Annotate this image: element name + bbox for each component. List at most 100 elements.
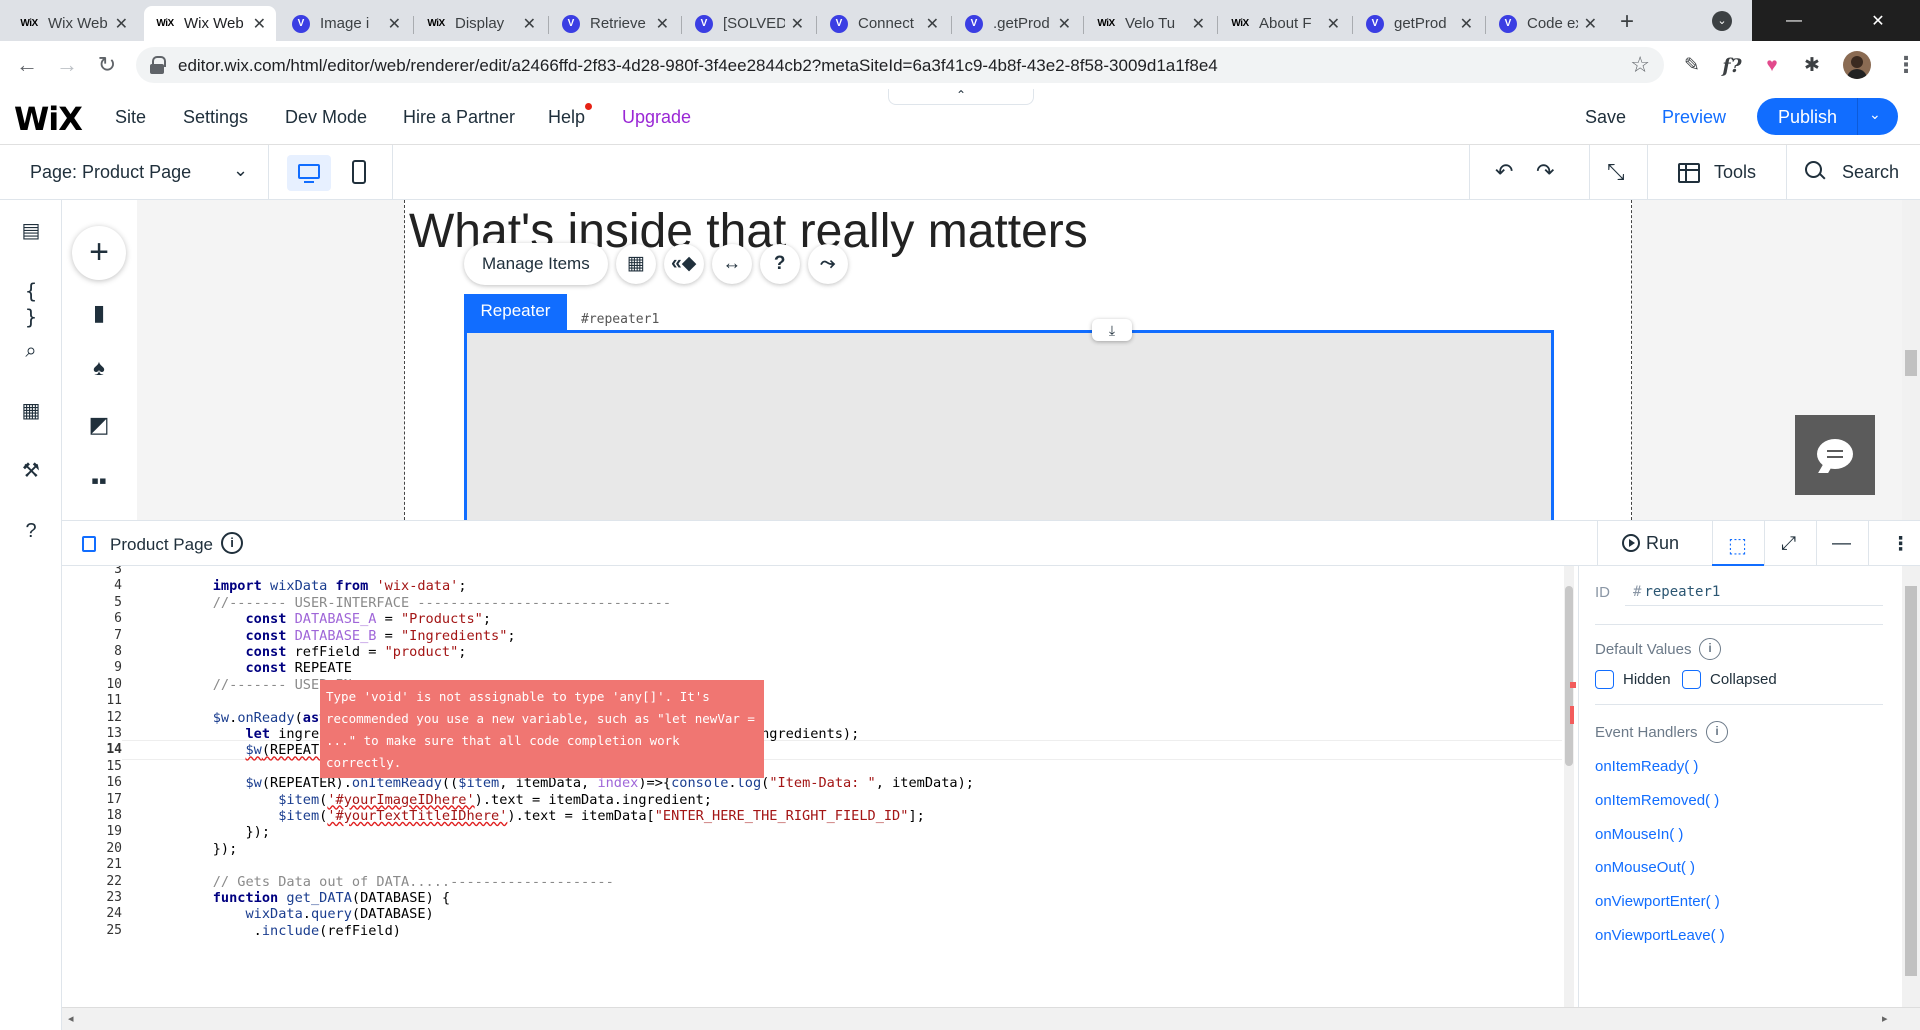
browser-tab[interactable]: WiX About F ✕ bbox=[1219, 6, 1350, 41]
minimize-window-icon[interactable]: — bbox=[1752, 0, 1836, 41]
handler-onviewportleave[interactable]: onViewportLeave( ) bbox=[1595, 927, 1725, 944]
info-icon[interactable]: i bbox=[1699, 638, 1721, 660]
run-button[interactable]: Run bbox=[1622, 533, 1679, 554]
properties-panel-toggle[interactable]: ⬚ bbox=[1712, 521, 1764, 567]
handler-onviewportenter[interactable]: onViewportEnter( ) bbox=[1595, 893, 1720, 910]
close-icon[interactable]: ✕ bbox=[1192, 14, 1205, 34]
tools-icon[interactable] bbox=[1678, 163, 1700, 183]
redo-icon[interactable]: ↷ bbox=[1536, 159, 1554, 185]
minimize-icon[interactable]: — bbox=[1832, 533, 1851, 555]
design-icon[interactable]: ♠ bbox=[86, 355, 112, 381]
close-icon[interactable]: ✕ bbox=[115, 14, 128, 34]
close-icon[interactable]: ✕ bbox=[253, 14, 266, 34]
horizontal-scrollbar[interactable]: ◂ ▸ bbox=[62, 1007, 1920, 1030]
collapse-top-bar-icon[interactable]: ⌃ bbox=[888, 89, 1034, 105]
browser-menu-icon[interactable]: ⋮ bbox=[1895, 53, 1917, 77]
close-icon[interactable]: ✕ bbox=[926, 14, 939, 34]
code-line[interactable]: $item('#yourImageIDhere').text = itemDat… bbox=[180, 792, 712, 808]
connect-data-icon[interactable]: ⤳ bbox=[807, 244, 848, 284]
undo-icon[interactable]: ↶ bbox=[1495, 159, 1513, 185]
desktop-view-button[interactable] bbox=[287, 155, 331, 191]
wix-logo[interactable]: WiX bbox=[14, 100, 83, 138]
more-options-icon[interactable]: ⋮ bbox=[1891, 533, 1910, 556]
hidden-checkbox[interactable] bbox=[1595, 670, 1614, 689]
code-line[interactable]: const DATABASE_A = "Products"; bbox=[180, 611, 491, 627]
handler-onmousein[interactable]: onMouseIn( ) bbox=[1595, 826, 1683, 843]
profile-avatar[interactable] bbox=[1843, 51, 1871, 79]
chevron-down-icon[interactable]: ⌄ bbox=[233, 160, 248, 181]
close-icon[interactable]: ✕ bbox=[1327, 14, 1340, 34]
menu-dev-mode[interactable]: Dev Mode bbox=[285, 107, 367, 128]
handler-onitemready[interactable]: onItemReady( ) bbox=[1595, 758, 1698, 775]
new-tab-button[interactable]: + bbox=[1613, 8, 1641, 36]
mobile-icon[interactable] bbox=[352, 160, 366, 184]
element-id-field[interactable]: # repeater1 bbox=[1625, 576, 1883, 606]
repeater-tag[interactable]: Repeater bbox=[464, 294, 567, 330]
database-icon[interactable]: ▦ bbox=[18, 398, 44, 424]
search-button[interactable]: Search bbox=[1842, 162, 1899, 183]
expand-icon[interactable]: ⤢ bbox=[1781, 533, 1796, 555]
menu-upgrade[interactable]: Upgrade bbox=[622, 107, 691, 128]
code-line[interactable]: .include(refField) bbox=[180, 923, 401, 939]
menu-settings[interactable]: Settings bbox=[183, 107, 248, 128]
lock-icon[interactable] bbox=[150, 56, 166, 74]
eyedropper-extension-icon[interactable]: ✎ bbox=[1680, 54, 1704, 78]
code-line[interactable]: const REPEATE bbox=[180, 660, 351, 676]
search-icon[interactable] bbox=[1805, 161, 1825, 181]
browser-tab[interactable]: V Code ex ✕ bbox=[1487, 6, 1607, 41]
help-icon[interactable]: ? bbox=[759, 244, 800, 284]
close-icon[interactable]: ✕ bbox=[1584, 14, 1597, 34]
editor-scroll-thumb[interactable] bbox=[1565, 586, 1573, 766]
browser-tab[interactable]: WiX Velo Tu ✕ bbox=[1085, 6, 1215, 41]
code-line[interactable]: $item('#yourTextTitleIDhere').text = ite… bbox=[180, 808, 925, 824]
code-line[interactable]: //------- USER-INTERFACE ---------------… bbox=[180, 595, 671, 611]
add-element-button[interactable]: + bbox=[72, 226, 126, 280]
chevron-down-icon[interactable]: ⌄ bbox=[1869, 106, 1881, 123]
browser-tab[interactable]: V Retrieve ✕ bbox=[550, 6, 679, 41]
publish-button[interactable]: Publish ⌄ bbox=[1757, 98, 1898, 135]
layout-icon[interactable]: ▦ bbox=[615, 244, 656, 284]
handler-onmouseout[interactable]: onMouseOut( ) bbox=[1595, 859, 1695, 876]
info-icon[interactable]: i bbox=[221, 532, 243, 554]
browser-tab[interactable]: WiX Display ✕ bbox=[415, 6, 546, 41]
close-icon[interactable]: ✕ bbox=[1058, 14, 1071, 34]
function-extension-icon[interactable]: f? bbox=[1720, 54, 1744, 78]
handler-onitemremoved[interactable]: onItemRemoved( ) bbox=[1595, 792, 1719, 809]
canvas-scroll-thumb[interactable] bbox=[1905, 350, 1917, 376]
code-line[interactable]: import wixData from 'wix-data'; bbox=[180, 578, 467, 594]
animation-icon[interactable]: «◆ bbox=[663, 244, 704, 284]
save-button[interactable]: Save bbox=[1585, 107, 1626, 128]
scroll-right-icon[interactable]: ▸ bbox=[1882, 1012, 1888, 1025]
close-window-icon[interactable]: ✕ bbox=[1836, 0, 1920, 41]
browser-tab[interactable]: V [SOLVED ✕ bbox=[683, 6, 814, 41]
public-backend-icon[interactable]: { } bbox=[18, 278, 44, 329]
code-line[interactable]: const DATABASE_B = "Ingredients"; bbox=[180, 628, 515, 644]
close-icon[interactable]: ✕ bbox=[1460, 14, 1473, 34]
close-icon[interactable]: ✕ bbox=[791, 14, 804, 34]
scroll-left-icon[interactable]: ◂ bbox=[68, 1012, 74, 1025]
code-line[interactable]: const refField = "product"; bbox=[180, 644, 466, 660]
preview-button[interactable]: Preview bbox=[1662, 107, 1726, 128]
canvas-scrollbar[interactable] bbox=[1902, 200, 1920, 520]
manage-items-button[interactable]: Manage Items bbox=[464, 243, 608, 285]
code-editor[interactable]: 3 4 5 6 7 8 9 10 11 12 13 14 15 16 17 18 19 20 21 22 23 24 25 … bbox=[62, 566, 1578, 1007]
page-code-icon[interactable]: ▤ bbox=[18, 218, 44, 244]
close-icon[interactable]: ✕ bbox=[388, 14, 401, 34]
tab-search-icon[interactable]: ⌄ bbox=[1712, 11, 1732, 31]
browser-tab[interactable]: VgetProd ✕ bbox=[1354, 6, 1483, 41]
repeater-element[interactable] bbox=[464, 330, 1554, 520]
bookmark-star-icon[interactable]: ☆ bbox=[1630, 52, 1650, 78]
forward-arrow-icon[interactable]: → bbox=[53, 51, 81, 79]
search-icon[interactable]: ⌕ bbox=[18, 338, 44, 364]
back-arrow-icon[interactable]: ← bbox=[13, 51, 41, 79]
info-icon[interactable]: i bbox=[1706, 721, 1728, 743]
close-icon[interactable]: ✕ bbox=[523, 14, 536, 34]
browser-tab[interactable]: V Connect ✕ bbox=[818, 6, 949, 41]
apps-icon[interactable]: ▪▪ bbox=[86, 468, 112, 494]
tools-button[interactable]: Tools bbox=[1714, 162, 1756, 183]
browser-tab[interactable]: WiX Wix Web ✕ bbox=[8, 6, 138, 41]
url-text[interactable]: editor.wix.com/html/editor/web/renderer/… bbox=[178, 56, 1218, 76]
collapsed-checkbox[interactable] bbox=[1682, 670, 1701, 689]
close-icon[interactable]: ✕ bbox=[656, 14, 669, 34]
menu-hire-a-partner[interactable]: Hire a Partner bbox=[403, 107, 515, 128]
